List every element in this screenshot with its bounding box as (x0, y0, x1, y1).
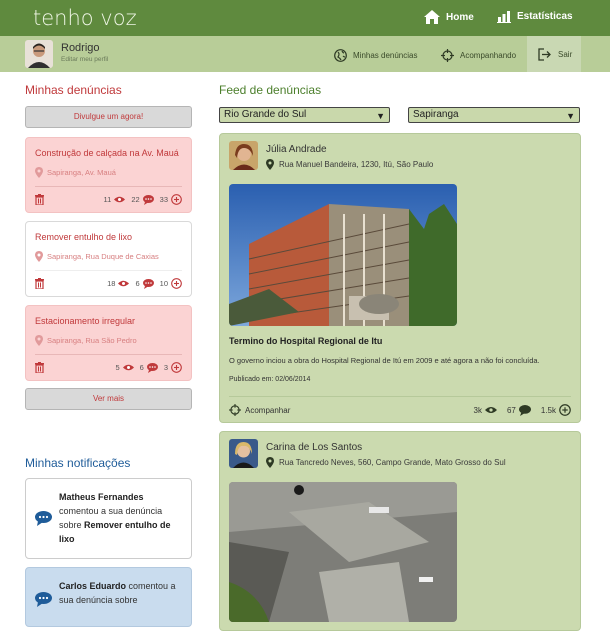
feed-post: Júlia Andrade Rua Manuel Bandeira, 1230,… (219, 133, 581, 423)
plus-circle-icon (171, 362, 182, 373)
post-author[interactable]: Carina de Los Santos (266, 442, 362, 453)
follow-label: Acompanhar (245, 405, 291, 415)
subnav-following[interactable]: Acompanhando (441, 49, 516, 62)
state-select-value: Rio Grande do Sul (224, 109, 307, 120)
follows-count: 1.5k (540, 405, 556, 415)
avatar[interactable] (229, 439, 258, 468)
eye-icon (484, 407, 497, 413)
globe-icon (334, 49, 347, 62)
nav-stats-label: Estatísticas (517, 11, 573, 22)
my-reports-heading: Minhas denúncias (25, 83, 122, 97)
report-title: Remover entulho de lixo (35, 232, 133, 242)
avatar[interactable] (25, 40, 53, 68)
map-pin-icon (266, 457, 274, 468)
post-date: Publicado em: 02/06/2014 (229, 376, 311, 383)
report-title: Estacionamento irregular (35, 316, 136, 326)
logout-icon (538, 48, 551, 61)
bar-chart-icon (497, 11, 511, 23)
follows-count: 10 (159, 279, 168, 288)
comment-icon (142, 278, 154, 289)
report-card[interactable]: Construção de calçada na Av. Mauá Sapira… (25, 137, 192, 213)
avatar[interactable] (229, 141, 258, 170)
crosshair-icon (441, 49, 454, 62)
crosshair-icon (229, 404, 241, 416)
state-select[interactable]: Rio Grande do Sul ▼ (219, 107, 390, 123)
eye-icon (122, 364, 134, 371)
report-location: Sapiranga, Av. Mauá (35, 167, 116, 178)
views-count: 18 (107, 279, 116, 288)
report-card[interactable]: Remover entulho de lixo Sapiranga, Rua D… (25, 221, 192, 297)
report-card[interactable]: Estacionamento irregular Sapiranga, Rua … (25, 305, 192, 381)
views-count: 3k (473, 405, 482, 415)
caret-down-icon: ▼ (376, 111, 385, 121)
views-count: 11 (103, 195, 112, 204)
subnav-following-label: Acompanhando (460, 51, 517, 60)
report-location: Sapiranga, Rua Duque de Caxias (35, 251, 159, 262)
comments-count: 22 (131, 195, 140, 204)
post-title[interactable]: Termino do Hospital Regional de Itu (229, 336, 382, 346)
see-more-button[interactable]: Ver mais (25, 388, 192, 410)
edit-profile-link[interactable]: Editar meu perfil (61, 56, 108, 63)
post-stats: 3k 67 1.5k (474, 404, 571, 416)
city-select-value: Sapiranga (413, 109, 459, 120)
feed-post: Carina de Los Santos Rua Tancredo Neves,… (219, 431, 581, 631)
comments-count: 67 (506, 405, 516, 415)
comment-icon (35, 592, 52, 607)
map-pin-icon (35, 167, 43, 178)
nav-stats[interactable]: Estatísticas (497, 10, 573, 23)
plus-circle-icon[interactable] (559, 404, 571, 416)
comment-icon (146, 362, 158, 373)
logout-label: Sair (558, 50, 573, 59)
post-photo[interactable] (229, 482, 457, 622)
notification-item[interactable]: Carlos Eduardo comentou a sua denúncia s… (25, 567, 192, 627)
logout-button[interactable]: Sair (527, 36, 581, 72)
trash-icon[interactable] (35, 278, 44, 289)
eye-icon (118, 280, 130, 287)
plus-circle-icon (171, 194, 182, 205)
top-bar: tenho voz Home Estatísticas (0, 0, 610, 36)
comments-count: 6 (139, 363, 144, 372)
map-pin-icon (35, 251, 43, 262)
follows-count: 3 (163, 363, 168, 372)
post-photo[interactable] (229, 184, 457, 326)
eye-icon (114, 196, 126, 203)
user-name: Rodrigo (61, 42, 100, 54)
trash-icon[interactable] (35, 362, 44, 373)
city-select[interactable]: Sapiranga ▼ (408, 107, 580, 123)
map-pin-icon (35, 335, 43, 346)
notifications-heading: Minhas notificações (25, 456, 131, 470)
comment-icon (518, 404, 531, 416)
notification-item[interactable]: Matheus Fernandes comentou a sua denúnci… (25, 478, 192, 559)
subnav-mine[interactable]: Minhas denúncias (334, 49, 417, 62)
follow-button[interactable]: Acompanhar (229, 404, 290, 416)
caret-down-icon: ▼ (566, 111, 575, 121)
views-count: 5 (115, 363, 120, 372)
report-location: Sapiranga, Rua São Pedro (35, 335, 137, 346)
comments-count: 6 (135, 279, 140, 288)
home-icon (424, 10, 440, 24)
plus-circle-icon (171, 278, 182, 289)
nav-home[interactable]: Home (424, 10, 474, 24)
map-pin-icon (266, 159, 274, 170)
comment-icon (142, 194, 154, 205)
nav-home-label: Home (446, 11, 474, 23)
post-address: Rua Manuel Bandeira, 1230, Itú, São Paul… (266, 159, 433, 170)
post-address: Rua Tancredo Neves, 560, Campo Grande, M… (266, 457, 506, 468)
notification-author: Carlos Eduardo (59, 581, 127, 591)
subnav-mine-label: Minhas denúncias (353, 51, 418, 60)
post-description: O governo inciou a obra do Hospital Regi… (229, 356, 540, 365)
post-author[interactable]: Júlia Andrade (266, 144, 327, 155)
publish-button[interactable]: Divulgue um agora! (25, 106, 192, 128)
trash-icon[interactable] (35, 194, 44, 205)
report-title: Construção de calçada na Av. Mauá (35, 148, 179, 158)
comment-icon (35, 511, 52, 526)
brand-logo[interactable]: tenho voz (33, 6, 137, 30)
follows-count: 33 (159, 195, 168, 204)
notification-author: Matheus Fernandes (59, 492, 144, 502)
feed-heading: Feed de denúncias (219, 83, 322, 97)
